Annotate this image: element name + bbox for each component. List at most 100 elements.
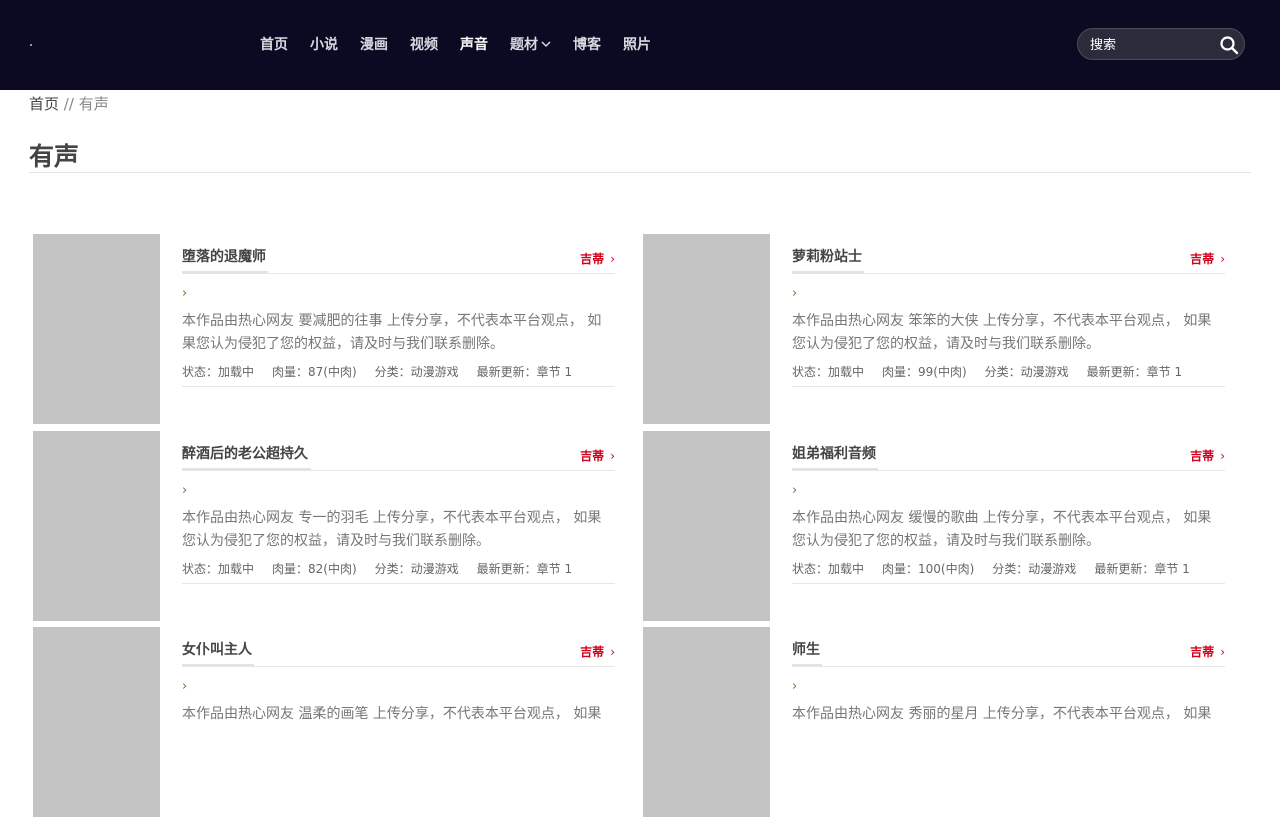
search-icon[interactable]	[1219, 35, 1239, 55]
audio-card: 姐弟福利音频 吉蒂 › › 本作品由热心网友 缓慢的歌曲 上传分享，不代表本平台观…	[643, 431, 1243, 621]
divider	[792, 666, 1225, 667]
status-text: 状态：加载中	[182, 562, 255, 576]
nav-label: 首页	[260, 37, 288, 53]
top-navigation-bar: 首页 小说 漫画 视频 声音 题材 博客 照片	[0, 0, 1280, 90]
audio-thumbnail[interactable]	[33, 431, 160, 621]
nav-item-audio[interactable]: 声音	[460, 33, 488, 57]
chevron-right-icon[interactable]: ›	[792, 483, 797, 498]
search-box	[1077, 28, 1245, 61]
main-nav: 首页 小说 漫画 视频 声音 题材 博客 照片	[260, 33, 673, 57]
nav-item-videos[interactable]: 视频	[410, 33, 438, 57]
divider	[182, 583, 615, 584]
chevron-down-icon	[541, 40, 551, 47]
divider	[792, 470, 1225, 471]
site-logo[interactable]	[30, 44, 32, 46]
update-text: 最新更新：章节 1	[1094, 562, 1190, 576]
nav-label: 漫画	[360, 37, 388, 53]
breadcrumb: 首页 // 有声	[29, 93, 109, 114]
audio-thumbnail[interactable]	[643, 234, 770, 424]
nav-label: 小说	[310, 37, 338, 53]
card-meta: 状态：加载中 肉量：82(中肉) 分类：动漫游戏 最新更新：章节 1	[182, 560, 590, 577]
meat-text: 肉量：99(中肉)	[882, 365, 967, 379]
breadcrumb-separator: //	[63, 95, 74, 113]
card-description: 本作品由热心网友 缓慢的歌曲 上传分享，不代表本平台观点， 如果您认为侵犯了您的…	[792, 510, 1212, 549]
card-title[interactable]: 女仆叫主人	[182, 639, 252, 659]
nav-item-comics[interactable]: 漫画	[360, 33, 388, 57]
title-divider	[29, 172, 1251, 173]
audio-thumbnail[interactable]	[643, 627, 770, 817]
audio-card: 萝莉粉站士 吉蒂 › › 本作品由热心网友 笨笨的大侠 上传分享，不代表本平台观点…	[643, 234, 1243, 424]
chevron-right-icon[interactable]: ›	[182, 286, 187, 301]
card-description: 本作品由热心网友 要减肥的往事 上传分享，不代表本平台观点， 如果您认为侵犯了您…	[182, 313, 602, 352]
card-title[interactable]: 萝莉粉站士	[792, 246, 862, 266]
divider	[182, 470, 615, 471]
audio-thumbnail[interactable]	[33, 234, 160, 424]
card-meta: 状态：加载中 肉量：100(中肉) 分类：动漫游戏 最新更新：章节 1	[792, 560, 1208, 577]
author-name: 吉蒂	[580, 449, 605, 463]
author-name: 吉蒂	[1190, 252, 1215, 266]
nav-label: 声音	[460, 37, 488, 53]
author-link[interactable]: 吉蒂 ›	[580, 447, 615, 464]
card-meta: 状态：加载中 肉量：99(中肉) 分类：动漫游戏 最新更新：章节 1	[792, 363, 1200, 380]
category-text: 分类：动漫游戏	[374, 562, 459, 576]
divider	[182, 273, 615, 274]
chevron-right-icon[interactable]: ›	[792, 286, 797, 301]
meat-text: 肉量：82(中肉)	[272, 562, 357, 576]
chevron-right-icon: ›	[610, 449, 615, 463]
nav-item-topics[interactable]: 题材	[510, 33, 551, 57]
meat-text: 肉量：87(中肉)	[272, 365, 357, 379]
card-title[interactable]: 醉酒后的老公超持久	[182, 443, 308, 463]
divider	[182, 386, 615, 387]
divider	[792, 273, 1225, 274]
category-text: 分类：动漫游戏	[992, 562, 1077, 576]
card-description: 本作品由热心网友 笨笨的大侠 上传分享，不代表本平台观点， 如果您认为侵犯了您的…	[792, 313, 1212, 352]
audio-thumbnail[interactable]	[33, 627, 160, 817]
page-title: 有声	[29, 142, 80, 171]
nav-item-home[interactable]: 首页	[260, 33, 288, 57]
author-link[interactable]: 吉蒂 ›	[1190, 643, 1225, 660]
author-link[interactable]: 吉蒂 ›	[580, 643, 615, 660]
category-text: 分类：动漫游戏	[374, 365, 459, 379]
nav-label: 视频	[410, 37, 438, 53]
update-text: 最新更新：章节 1	[476, 365, 573, 379]
breadcrumb-home[interactable]: 首页	[29, 95, 59, 113]
card-description: 本作品由热心网友 专一的羽毛 上传分享，不代表本平台观点， 如果您认为侵犯了您的…	[182, 510, 602, 549]
author-link[interactable]: 吉蒂 ›	[1190, 250, 1225, 267]
audio-card: 师生 吉蒂 › › 本作品由热心网友 秀丽的星月 上传分享，不代表本平台观点， 如…	[643, 627, 1243, 817]
chevron-right-icon: ›	[1220, 449, 1225, 463]
card-title[interactable]: 师生	[792, 639, 820, 659]
chevron-right-icon[interactable]: ›	[182, 679, 187, 694]
card-description: 本作品由热心网友 秀丽的星月 上传分享，不代表本平台观点， 如果	[792, 706, 1212, 722]
nav-item-novels[interactable]: 小说	[310, 33, 338, 57]
nav-label: 照片	[623, 37, 651, 53]
audio-thumbnail[interactable]	[643, 431, 770, 621]
audio-card: 醉酒后的老公超持久 吉蒂 › › 本作品由热心网友 专一的羽毛 上传分享，不代表本…	[33, 431, 633, 621]
breadcrumb-current: 有声	[78, 95, 109, 113]
chevron-right-icon[interactable]: ›	[182, 483, 187, 498]
author-name: 吉蒂	[1190, 449, 1215, 463]
author-link[interactable]: 吉蒂 ›	[1190, 447, 1225, 464]
divider	[792, 386, 1225, 387]
card-title[interactable]: 堕落的退魔师	[182, 246, 266, 266]
update-text: 最新更新：章节 1	[476, 562, 573, 576]
status-text: 状态：加载中	[792, 365, 865, 379]
author-name: 吉蒂	[580, 252, 605, 266]
chevron-right-icon: ›	[1220, 645, 1225, 659]
status-text: 状态：加载中	[182, 365, 255, 379]
chevron-right-icon[interactable]: ›	[792, 679, 797, 694]
nav-label: 博客	[573, 37, 601, 53]
chevron-right-icon: ›	[1220, 252, 1225, 266]
chevron-right-icon: ›	[610, 252, 615, 266]
nav-item-blog[interactable]: 博客	[573, 33, 601, 57]
meat-text: 肉量：100(中肉)	[882, 562, 975, 576]
card-title[interactable]: 姐弟福利音频	[792, 443, 876, 463]
category-text: 分类：动漫游戏	[984, 365, 1069, 379]
nav-item-photos[interactable]: 照片	[623, 33, 651, 57]
author-name: 吉蒂	[580, 645, 605, 659]
divider	[182, 666, 615, 667]
update-text: 最新更新：章节 1	[1086, 365, 1183, 379]
status-text: 状态：加载中	[792, 562, 865, 576]
card-description: 本作品由热心网友 温柔的画笔 上传分享，不代表本平台观点， 如果	[182, 706, 602, 722]
search-input[interactable]	[1088, 29, 1212, 61]
author-link[interactable]: 吉蒂 ›	[580, 250, 615, 267]
